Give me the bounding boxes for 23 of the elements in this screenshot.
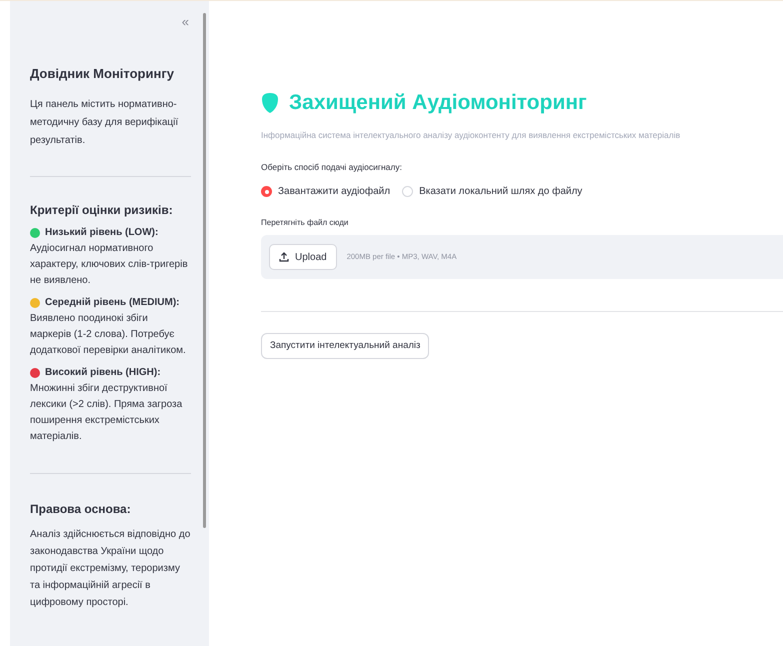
legal-text: Аналіз здійснюється відповідно до законодавства України щодо протидії екстремізму, тероризму та інформаційній агресії в цифровому просторі. [30,528,191,610]
legal-heading: Правова основа: [30,500,132,518]
risk-level-description: Аудіосигнал нормативного характеру, ключових слів-тригерів не виявлено. [30,242,189,288]
shield-icon [261,92,279,114]
source-label: Оберіть спосіб подачі аудіосигналу: [261,161,403,174]
risk-level-name: Середній рівень (MEDIUM): [45,296,180,310]
sidebar-intro: Ця панель містить нормативно-методичну базу для верифікації результатів. [30,98,180,148]
dropzone-label: Перетягніть файл сюди [261,217,350,229]
risk-level-name: Низький рівень (LOW): [45,226,158,240]
risk-level-description: Множинні збіги деструктивної лексики (>2 слів). Пряма загроза поширення екстремістських матеріалів. [30,382,184,444]
radio-option[interactable]: Завантажити аудіофайл [261,184,390,199]
risk-level-name: Високий рівень (HIGH): [45,366,161,380]
run-analysis-button[interactable]: Запустити інтелектуальний аналіз [261,333,430,359]
upload-button[interactable]: Upload [269,244,337,270]
criteria-heading: Критерії оцінки ризиків: [30,202,174,218]
radio-button[interactable] [261,186,272,197]
radio-button[interactable] [402,186,414,197]
radio-option[interactable]: Вказати локальний шлях до файлу [402,184,582,199]
upload-icon [279,252,289,262]
page-title: Захищений Аудіомоніторинг [289,90,587,116]
sidebar-title: Довідник Моніторингу [30,65,175,83]
risk-level-description: Виявлено поодинокі збіги маркерів (1-2 слова). Потребує додаткової перевірки аналітиком. [30,312,187,358]
page-subtitle: Інформаційна система інтелектуального аналізу аудіоконтенту для виявлення екстремістських матеріалів [261,128,682,142]
